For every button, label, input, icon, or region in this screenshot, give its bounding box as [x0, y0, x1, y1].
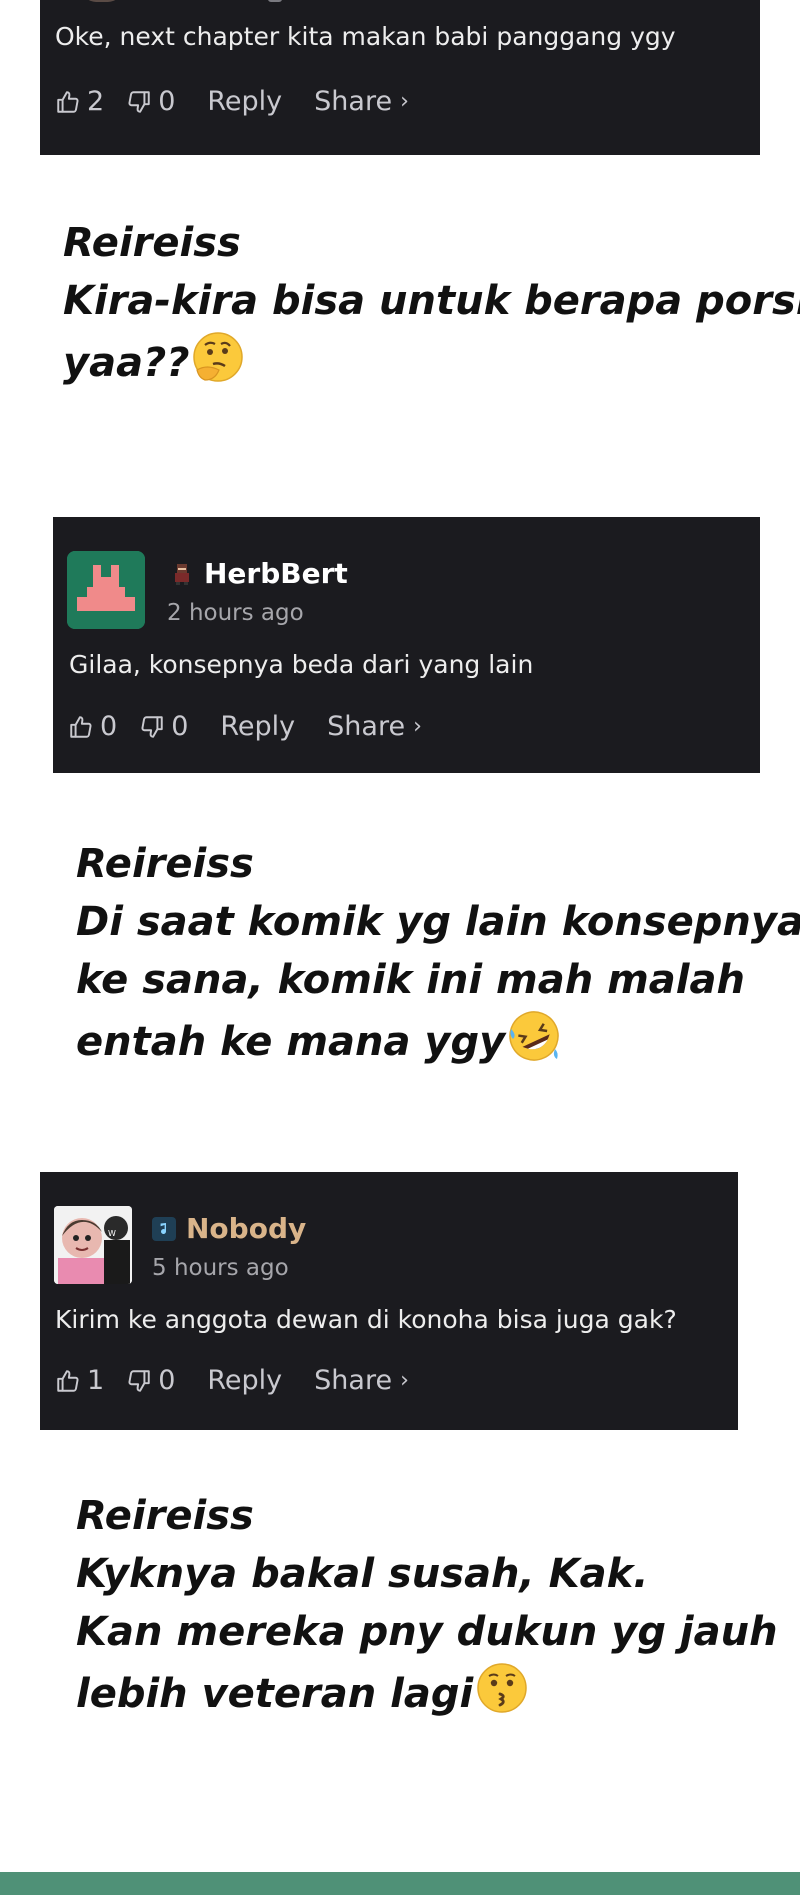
- rolling-laughing-face-icon: [507, 1009, 561, 1079]
- dislike-button[interactable]: 0: [126, 1365, 175, 1396]
- thumbs-up-icon: [57, 1369, 79, 1392]
- share-label: Share: [314, 86, 393, 117]
- dislike-count: 0: [171, 711, 189, 742]
- like-button[interactable]: 0: [68, 711, 117, 742]
- author-indicator: [268, 0, 282, 2]
- comment-text: Oke, next chapter kita makan babi pangga…: [55, 22, 676, 51]
- comment-actions: 1 0 Reply Share ›: [55, 1365, 409, 1396]
- ninja-badge-icon: [170, 562, 194, 586]
- timestamp: 5 hours ago: [152, 1255, 289, 1281]
- comment-actions: 0 0 Reply Share ›: [68, 711, 422, 742]
- thinking-face-icon: [191, 330, 245, 400]
- dislike-count: 0: [158, 86, 176, 117]
- reply-author: Reireiss: [76, 841, 254, 887]
- share-label: Share: [327, 711, 406, 742]
- dislike-count: 0: [158, 1365, 176, 1396]
- thumbs-up-icon: [70, 715, 92, 738]
- reply-line: entah ke mana ygy: [76, 1019, 506, 1065]
- chevron-right-icon: ›: [413, 714, 422, 739]
- kissing-face-icon: [475, 1661, 529, 1731]
- comment-actions: 2 0 Reply Share ›: [55, 86, 409, 117]
- music-note-badge-icon: [152, 1216, 176, 1241]
- reply-line: ke sana, komik ini mah malah: [76, 957, 745, 1003]
- share-label: Share: [314, 1365, 393, 1396]
- timestamp: 2 hours ago: [167, 600, 304, 626]
- comment-card: Oke, next chapter kita makan babi pangga…: [40, 0, 760, 155]
- thumbs-down-icon: [141, 715, 163, 738]
- reply-line: lebih veteran lagi: [76, 1671, 474, 1717]
- username[interactable]: HerbBert: [204, 557, 348, 590]
- bottom-accent-bar: [0, 1872, 800, 1895]
- svg-text:W: W: [108, 1229, 116, 1238]
- reply-button[interactable]: Reply: [207, 1365, 282, 1396]
- reply-line: Kira-kira bisa untuk berapa porsi: [63, 278, 800, 324]
- share-button[interactable]: Share ›: [314, 1365, 409, 1396]
- reply-block: Reireiss Di saat komik yg lain konsepnya…: [76, 835, 800, 1079]
- reply-line: Di saat komik yg lain konsepnya: [76, 899, 800, 945]
- comment-card: W Nobody 5 hours ago Kirim ke anggota de…: [40, 1172, 738, 1430]
- share-button[interactable]: Share ›: [327, 711, 422, 742]
- like-count: 0: [100, 711, 118, 742]
- thumbs-up-icon: [57, 90, 79, 113]
- user-line: Nobody: [152, 1212, 306, 1245]
- like-button[interactable]: 1: [55, 1365, 104, 1396]
- pixel-avatar-icon: [67, 551, 145, 629]
- dislike-button[interactable]: 0: [126, 86, 175, 117]
- reply-line: Kan mereka pny dukun yg jauh: [76, 1609, 778, 1655]
- user-line: HerbBert: [170, 557, 348, 590]
- reply-line: Kyknya bakal susah, Kak.: [76, 1551, 649, 1597]
- thumbs-down-icon: [128, 90, 150, 113]
- chevron-right-icon: ›: [400, 1368, 409, 1393]
- like-button[interactable]: 2: [55, 86, 104, 117]
- avatar[interactable]: [82, 0, 122, 2]
- avatar[interactable]: W: [54, 1206, 132, 1284]
- reply-line-with-emoji: yaa??: [63, 330, 800, 400]
- reply-button[interactable]: Reply: [207, 86, 282, 117]
- comment-text: Gilaa, konsepnya beda dari yang lain: [69, 650, 534, 679]
- reply-line-with-emoji: entah ke mana ygy: [76, 1009, 800, 1079]
- like-count: 2: [87, 86, 105, 117]
- reply-author: Reireiss: [76, 1493, 254, 1539]
- reply-line-with-emoji: lebih veteran lagi: [76, 1661, 778, 1731]
- avatar[interactable]: [67, 551, 145, 629]
- anime-avatar-icon: W: [54, 1206, 132, 1284]
- reply-block: Reireiss Kyknya bakal susah, Kak. Kan me…: [76, 1487, 778, 1731]
- username[interactable]: Nobody: [186, 1212, 306, 1245]
- dislike-button[interactable]: 0: [139, 711, 188, 742]
- reply-button[interactable]: Reply: [220, 711, 295, 742]
- share-button[interactable]: Share ›: [314, 86, 409, 117]
- comment-card: HerbBert 2 hours ago Gilaa, konsepnya be…: [53, 517, 760, 773]
- chevron-right-icon: ›: [400, 89, 409, 114]
- like-count: 1: [87, 1365, 105, 1396]
- reply-block: Reireiss Kira-kira bisa untuk berapa por…: [63, 214, 800, 400]
- comment-text: Kirim ke anggota dewan di konoha bisa ju…: [55, 1305, 677, 1334]
- reply-author: Reireiss: [63, 220, 241, 266]
- reply-line: yaa??: [63, 340, 190, 386]
- thumbs-down-icon: [128, 1369, 150, 1392]
